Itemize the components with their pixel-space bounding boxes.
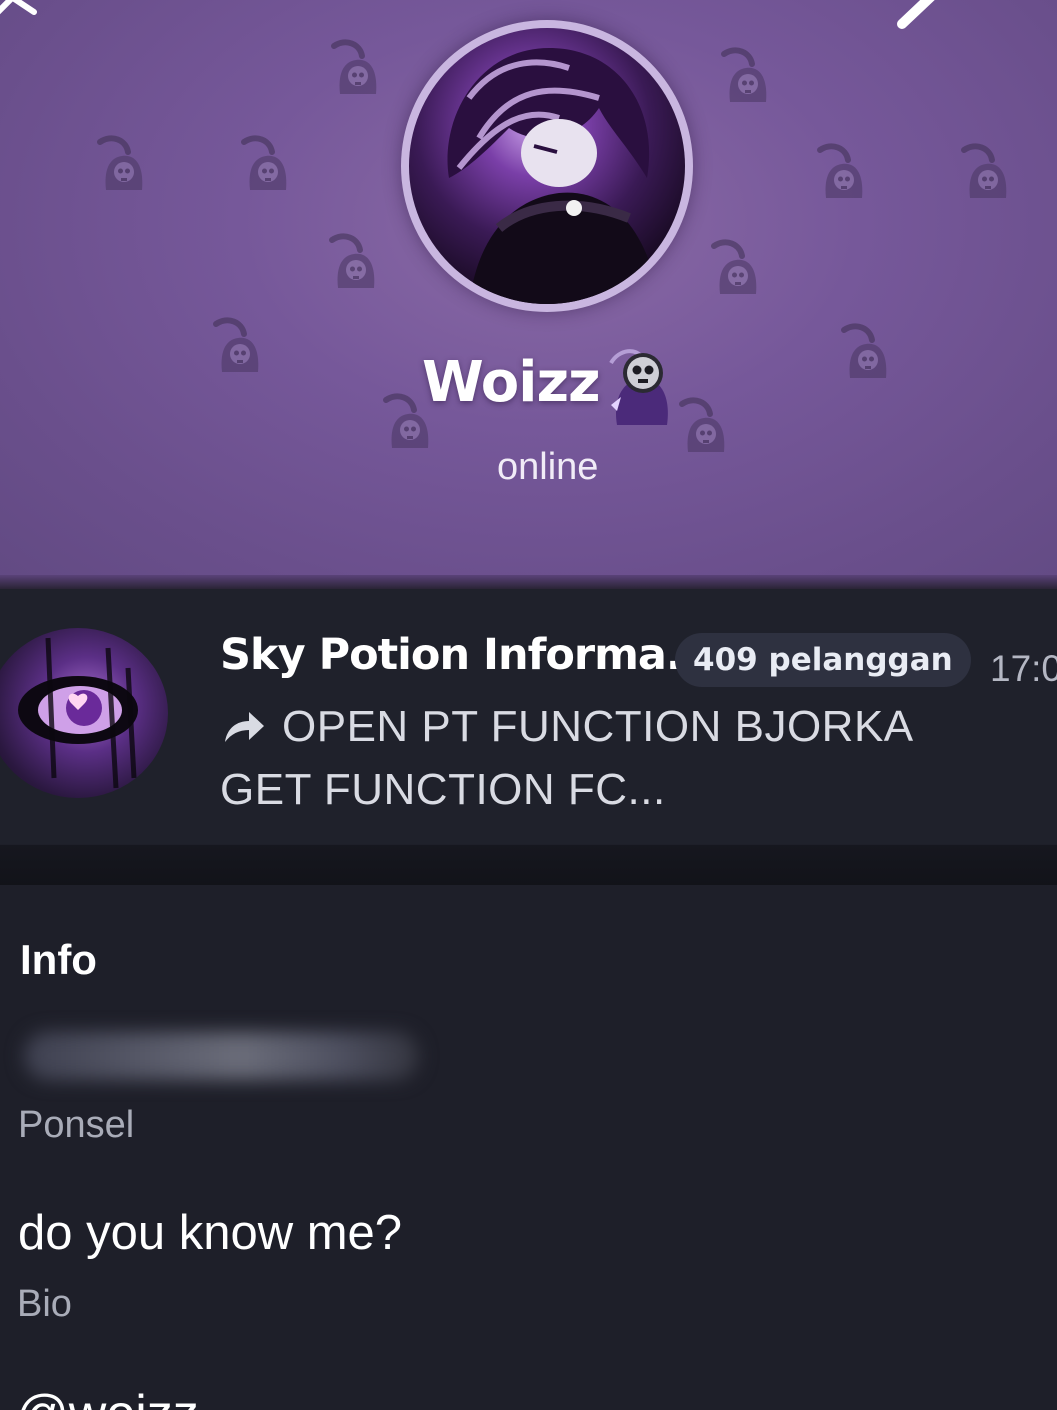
channel-preview-line2: GET FUNCTION FC... [220,765,666,814]
section-divider [0,845,1057,885]
bio-label: Bio [17,1283,72,1325]
reaper-skull-icon [318,230,382,294]
reaper-skull-icon [830,320,894,384]
channel-time: 17:0 [990,648,1057,689]
header-divider [0,575,1057,589]
reaper-emoji-icon [609,349,668,425]
profile-header: Woizz online [0,0,1057,585]
reaper-skull-icon [700,236,764,300]
reaper-skull-icon [668,394,732,458]
subscribers-badge: 409 pelanggan [675,633,971,687]
reaper-skull-icon [86,132,150,196]
bio-text[interactable]: do you know me? [18,1205,402,1261]
info-section-title: Info [20,936,97,983]
edit-icon[interactable] [892,0,952,34]
profile-status: online [497,446,599,488]
username-text[interactable]: @woizz [16,1384,199,1410]
channel-title: Sky Potion Informa... [220,630,713,680]
reaper-skull-icon [950,140,1014,204]
reaper-skull-icon [806,140,870,204]
channel-preview-line1: OPEN PT FUNCTION BJORKA [282,702,914,751]
reaper-skull-icon [202,314,266,378]
reaper-skull-icon [320,36,384,100]
profile-name: Woizz [422,350,601,415]
profile-avatar[interactable] [401,20,693,312]
info-section [0,885,1057,1410]
forward-arrow-icon [225,712,264,742]
reaper-skull-icon [230,132,294,196]
avatar [409,28,685,304]
reaper-skull-icon [710,44,774,108]
close-icon[interactable] [0,0,54,34]
phone-number-blurred[interactable] [24,1032,419,1080]
phone-label: Ponsel [18,1104,135,1146]
